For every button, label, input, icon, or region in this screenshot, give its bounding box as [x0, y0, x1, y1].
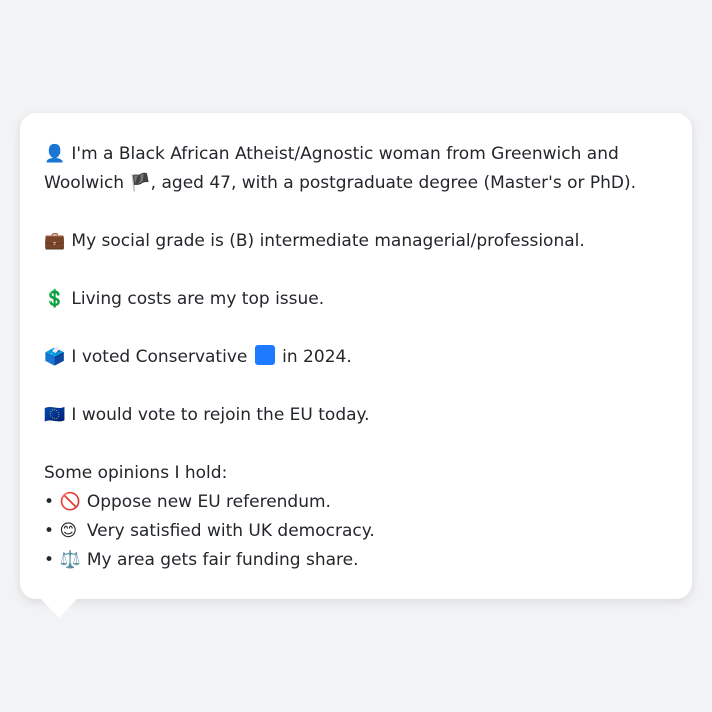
opinion-text: My area gets fair funding share.	[86, 550, 359, 570]
vote-text-b: in 2024.	[282, 347, 352, 367]
identity-line: 👤 I'm a Black African Atheist/Agnostic w…	[44, 140, 668, 198]
england-flag-icon: 🏴	[129, 173, 151, 193]
top-issue-text: Living costs are my top issue.	[71, 289, 325, 309]
smiling-face-icon: 😊	[59, 521, 78, 541]
briefcase-icon: 💼	[44, 231, 66, 251]
prohibited-icon: 🚫	[59, 492, 81, 512]
identity-text-b: , aged 47, with a postgraduate degree (M…	[150, 173, 637, 193]
eu-line: 🇪🇺 I would vote to rejoin the EU today.	[44, 401, 668, 430]
eu-text: I would vote to rejoin the EU today.	[71, 405, 370, 425]
dollar-icon: 💲	[44, 289, 66, 309]
opinion-item: • 🚫 Oppose new EU referendum.	[44, 488, 668, 517]
chat-bubble: 👤 I'm a Black African Atheist/Agnostic w…	[20, 113, 692, 599]
social-grade-text: My social grade is (B) intermediate mana…	[71, 231, 585, 251]
vote-text-a: I voted Conservative	[71, 347, 248, 367]
opinion-text: Oppose new EU referendum.	[86, 492, 331, 512]
eu-flag-icon: 🇪🇺	[44, 405, 66, 425]
bullet: •	[44, 521, 55, 541]
balance-scale-icon: ⚖️	[59, 550, 81, 570]
bullet: •	[44, 492, 55, 512]
ballot-box-icon: 🗳️	[44, 347, 66, 367]
opinion-item: • 😊 Very satisfied with UK democracy.	[44, 517, 668, 546]
opinions-heading: Some opinions I hold:	[44, 463, 228, 483]
vote-line: 🗳️ I voted Conservative in 2024.	[44, 343, 668, 372]
top-issue-line: 💲 Living costs are my top issue.	[44, 285, 668, 314]
bubble-tail	[41, 599, 77, 618]
social-grade-line: 💼 My social grade is (B) intermediate ma…	[44, 227, 668, 256]
opinion-item: • ⚖️ My area gets fair funding share.	[44, 546, 668, 575]
opinion-text: Very satisfied with UK democracy.	[86, 521, 375, 541]
party-color-square-icon	[254, 345, 275, 365]
bullet: •	[44, 550, 55, 570]
person-icon: 👤	[44, 144, 66, 164]
